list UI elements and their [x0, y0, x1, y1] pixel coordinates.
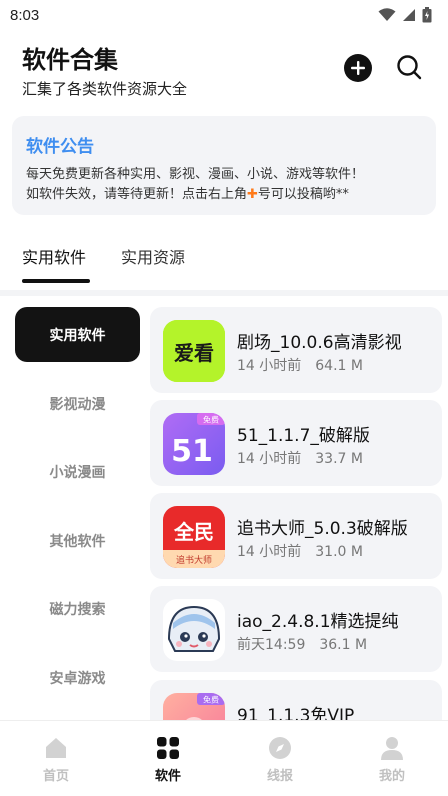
search-icon	[397, 55, 422, 80]
notice-title: 软件公告	[26, 137, 94, 157]
app-meta: 14 小时前 33.7 M	[237, 448, 363, 468]
plus-icon	[351, 61, 365, 75]
tab-indicator	[22, 279, 90, 283]
svg-text:免费: 免费	[203, 695, 219, 705]
notice-line-2-text: 如软件失效，请等待更新！点击右上角	[26, 187, 248, 202]
page-subtitle: 汇集了各类软件资源大全	[22, 80, 188, 98]
page-title: 软件合集	[22, 46, 118, 74]
aikan-icon: 爱看	[163, 320, 225, 382]
notice-line-1: 每天免费更新各种实用、影视、漫画、小说、游戏等软件！	[26, 167, 365, 182]
bottom-nav: 首页 软件 线报 我的	[0, 720, 448, 796]
app-name: 追书大师_5.0.3破解版	[237, 519, 408, 539]
app-time: 14 小时前	[237, 451, 302, 467]
category-sidebar: 实用软件 影视动漫 小说漫画 其他软件 磁力搜索 安卓游戏	[0, 296, 148, 720]
search-button[interactable]	[394, 52, 424, 82]
category-android-games[interactable]: 安卓游戏	[15, 650, 140, 705]
notice-card: 软件公告 每天免费更新各种实用、影视、漫画、小说、游戏等软件！ 如软件失效，请等…	[12, 116, 436, 215]
zhuishu-icon: 全民 追书大师	[163, 506, 225, 568]
svg-text:追书大师: 追书大师	[176, 554, 212, 566]
battery-icon	[422, 7, 432, 23]
app-card[interactable]: 爱看 剧场_10.0.6高清影视 14 小时前 64.1 M	[150, 307, 442, 393]
app-meta: 14 小时前 64.1 M	[237, 355, 363, 375]
svg-text:爱看: 爱看	[174, 341, 214, 365]
nav-news[interactable]: 线报	[240, 735, 320, 784]
nav-software-label: 软件	[154, 769, 181, 784]
app-size: 36.1 M	[319, 637, 368, 653]
nav-software[interactable]: 软件	[128, 735, 208, 784]
signal-icon	[403, 9, 415, 21]
wifi-icon	[378, 8, 396, 21]
app-size: 64.1 M	[315, 358, 363, 374]
notice-line-2-end: 号可以投稿哟**	[257, 187, 349, 202]
app-card[interactable]: iao_2.4.8.1精选提纯 前天14:59 36.1 M	[150, 586, 442, 672]
app-name: 91_1.1.3免VIP	[237, 706, 355, 720]
app-time: 前天14:59	[237, 637, 306, 653]
tab-useful-software[interactable]: 实用软件	[22, 244, 86, 268]
nav-profile-label: 我的	[378, 769, 405, 784]
user-icon	[381, 737, 403, 760]
grid-icon	[157, 737, 179, 759]
notice-line-2: 如软件失效，请等待更新！点击右上角✚号可以投稿哟**	[26, 185, 428, 205]
category-other-software[interactable]: 其他软件	[15, 513, 140, 568]
app-card[interactable]: 免费 91_1.1.3免VIP	[150, 680, 442, 720]
add-button[interactable]	[344, 54, 372, 82]
app-time: 14 小时前	[237, 358, 302, 374]
tab-bar: 实用软件 实用资源	[0, 236, 448, 288]
nav-home[interactable]: 首页	[16, 735, 96, 784]
app-size: 31.0 M	[315, 544, 363, 560]
category-magnet-search[interactable]: 磁力搜索	[15, 581, 140, 636]
svg-text:全民: 全民	[173, 520, 214, 544]
app-time: 14 小时前	[237, 544, 302, 560]
svg-text:51: 51	[171, 434, 213, 469]
app-name: iao_2.4.8.1精选提纯	[237, 612, 399, 632]
compass-icon	[269, 737, 291, 759]
app-card[interactable]: 免费 51 51_1.1.7_破解版 14 小时前 33.7 M	[150, 400, 442, 486]
app-card[interactable]: 全民追书大师 追书大师_5.0.3破解版 14 小时前 31.0 M	[150, 493, 442, 579]
status-time: 8:03	[10, 6, 40, 24]
app-meta: 14 小时前 31.0 M	[237, 541, 363, 561]
app-51-icon: 免费 51	[163, 413, 225, 475]
header: 软件合集 汇集了各类软件资源大全	[0, 38, 448, 104]
nav-news-label: 线报	[266, 769, 293, 784]
tab-useful-resources[interactable]: 实用资源	[121, 244, 185, 268]
status-bar: 8:03	[0, 0, 448, 30]
anime-girl-icon	[163, 599, 225, 661]
home-icon	[46, 738, 66, 758]
app-91-icon: 免费	[163, 693, 225, 720]
app-size: 33.7 M	[315, 451, 363, 467]
category-novel-comic[interactable]: 小说漫画	[15, 444, 140, 499]
orange-plus-icon: ✚	[247, 187, 258, 202]
app-name: 51_1.1.7_破解版	[237, 426, 370, 446]
app-meta: 前天14:59 36.1 M	[237, 634, 367, 654]
category-useful-software[interactable]: 实用软件	[15, 307, 140, 362]
svg-text:免费: 免费	[203, 415, 219, 425]
notice-body: 每天免费更新各种实用、影视、漫画、小说、游戏等软件！ 如软件失效，请等待更新！点…	[26, 165, 428, 205]
nav-profile[interactable]: 我的	[352, 735, 432, 784]
app-list: 爱看 剧场_10.0.6高清影视 14 小时前 64.1 M 免费 51 51_1.…	[148, 296, 448, 720]
status-icons	[378, 7, 432, 23]
nav-home-label: 首页	[42, 769, 69, 784]
app-name: 剧场_10.0.6高清影视	[237, 333, 402, 353]
category-video-anime[interactable]: 影视动漫	[15, 376, 140, 431]
